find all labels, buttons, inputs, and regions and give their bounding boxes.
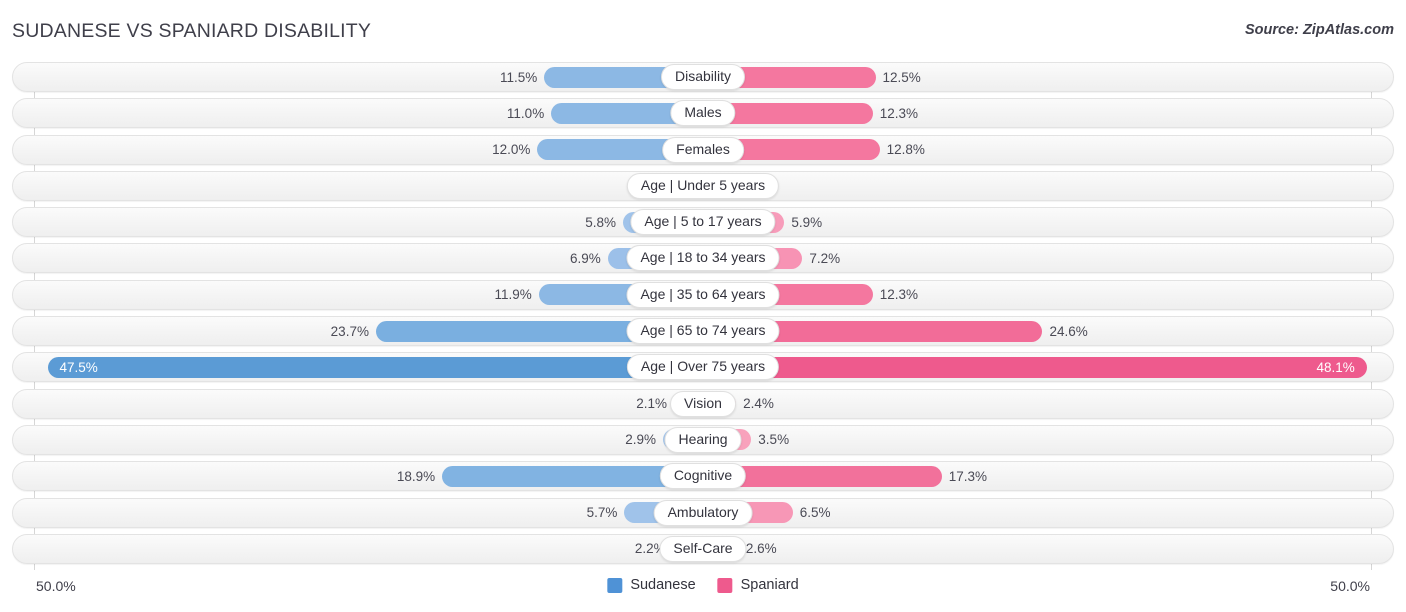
row-left-half: 5.7% [13,499,703,527]
row-right-half: 1.4% [703,172,1393,200]
bar-value-sudanese: 18.9% [397,469,435,484]
bar-value-spaniard: 7.2% [809,251,840,266]
chart-legend: Sudanese Spaniard [607,577,798,593]
row-right-half: 3.5% [703,426,1393,454]
row-right-half: 12.8% [703,136,1393,164]
bar-value-sudanese: 11.9% [495,287,532,302]
bar-value-spaniard: 24.6% [1049,324,1087,339]
row-category-label: Age | Under 5 years [627,173,779,199]
bar-value-sudanese: 6.9% [570,251,601,266]
row-category-label: Females [662,137,744,163]
legend-swatch-icon [607,578,622,593]
row-right-half: 5.9% [703,208,1393,236]
bar-value-sudanese: 11.5% [500,70,537,85]
row-category-label: Age | 65 to 74 years [626,318,779,344]
bar-value-spaniard: 12.5% [883,70,921,85]
bar-value-spaniard: 12.8% [887,142,925,157]
bar-value-spaniard: 12.3% [880,287,918,302]
legend-swatch-icon [718,578,733,593]
table-row[interactable]: 2.2% 2.6%Self-Care [12,534,1394,564]
row-category-label: Age | Over 75 years [627,354,779,380]
row-left-half: 2.1% [13,390,703,418]
row-right-half: 2.4% [703,390,1393,418]
chart-header: SUDANESE VS SPANIARD DISABILITY Source: … [0,0,1406,58]
row-category-label: Cognitive [660,463,746,489]
table-row[interactable]: 11.0% 12.3% Males [12,98,1394,128]
bar-value-spaniard: 2.6% [746,541,777,556]
legend-item[interactable]: Sudanese [607,577,695,593]
row-category-label: Age | 35 to 64 years [626,282,779,308]
bar-value-sudanese: 23.7% [331,324,369,339]
row-left-half: 23.7% [13,317,703,345]
page-title: SUDANESE VS SPANIARD DISABILITY [12,20,371,43]
bar-value-sudanese: 5.7% [587,505,618,520]
axis-tick-right: 50.0% [1330,578,1370,594]
row-category-label: Hearing [664,427,741,453]
row-left-half: 2.9% [13,426,703,454]
table-row[interactable]: 1.1%1.4%Age | Under 5 years [12,171,1394,201]
bar-value-sudanese: 12.0% [492,142,530,157]
chart-footer: 50.0% 50.0% Sudanese Spaniard [12,574,1394,604]
table-row[interactable]: 11.5% 12.5% Disability [12,62,1394,92]
bar-value-sudanese: 2.1% [636,396,667,411]
row-category-label: Vision [670,391,736,417]
bar-value-spaniard: 3.5% [758,432,789,447]
table-row[interactable]: 2.1% 2.4% Vision [12,389,1394,419]
table-row[interactable]: 6.9% 7.2% Age | 18 to 34 years [12,243,1394,273]
row-left-half: 11.9% [13,281,703,309]
row-category-label: Males [670,100,735,126]
table-row[interactable]: 23.7% 24.6% Age | 65 to 74 years [12,316,1394,346]
row-left-half: 5.8% [13,208,703,236]
bar-value-spaniard: 12.3% [880,106,918,121]
table-row[interactable]: 2.9% 3.5% Hearing [12,425,1394,455]
row-left-half: 47.5% [13,353,703,381]
row-left-half: 2.2% [13,535,703,563]
bar-sudanese[interactable]: 47.5% [48,357,704,378]
row-right-half: 12.5% [703,63,1393,91]
plot-area: 11.5% 12.5% Disability 11.0% 12.3% Males 12.0%… [12,62,1394,570]
row-left-half: 11.5% [13,63,703,91]
bar-value-sudanese: 47.5% [60,360,98,375]
row-right-half: 24.6% [703,317,1393,345]
row-left-half: 1.1% [13,172,703,200]
bar-value-spaniard: 48.1% [1316,360,1354,375]
axis-tick-left: 50.0% [36,578,76,594]
table-row[interactable]: 47.5% 48.1% Age | Over 75 years [12,352,1394,382]
row-right-half: 17.3% [703,462,1393,490]
row-left-half: 6.9% [13,244,703,272]
bar-value-spaniard: 17.3% [949,469,987,484]
legend-label: Sudanese [630,577,695,593]
bar-value-sudanese: 11.0% [507,106,544,121]
row-category-label: Self-Care [659,536,746,562]
bar-value-spaniard: 6.5% [800,505,831,520]
row-category-label: Ambulatory [654,500,753,526]
source-attribution: Source: ZipAtlas.com [1245,22,1394,38]
row-left-half: 18.9% [13,462,703,490]
bar-rows: 11.5% 12.5% Disability 11.0% 12.3% Males 12.0%… [12,62,1394,570]
table-row[interactable]: 18.9% 17.3% Cognitive [12,461,1394,491]
row-right-half: 2.6% [703,535,1393,563]
row-right-half: 48.1% [703,353,1393,381]
row-category-label: Disability [661,64,745,90]
row-left-half: 12.0% [13,136,703,164]
bar-value-sudanese: 5.8% [585,215,616,230]
table-row[interactable]: 11.9% 12.3% Age | 35 to 64 years [12,280,1394,310]
table-row[interactable]: 5.8% 5.9% Age | 5 to 17 years [12,207,1394,237]
row-right-half: 6.5% [703,499,1393,527]
legend-label: Spaniard [741,577,799,593]
row-right-half: 7.2% [703,244,1393,272]
row-right-half: 12.3% [703,281,1393,309]
bar-value-spaniard: 2.4% [743,396,774,411]
bar-spaniard[interactable]: 48.1% [703,357,1367,378]
row-category-label: Age | 5 to 17 years [630,209,775,235]
table-row[interactable]: 12.0% 12.8% Females [12,135,1394,165]
chart-container: SUDANESE VS SPANIARD DISABILITY Source: … [0,0,1406,612]
bar-value-sudanese: 2.9% [625,432,656,447]
row-category-label: Age | 18 to 34 years [626,245,779,271]
table-row[interactable]: 5.7% 6.5% Ambulatory [12,498,1394,528]
bar-value-spaniard: 5.9% [791,215,822,230]
row-left-half: 11.0% [13,99,703,127]
legend-item[interactable]: Spaniard [718,577,799,593]
row-right-half: 12.3% [703,99,1393,127]
